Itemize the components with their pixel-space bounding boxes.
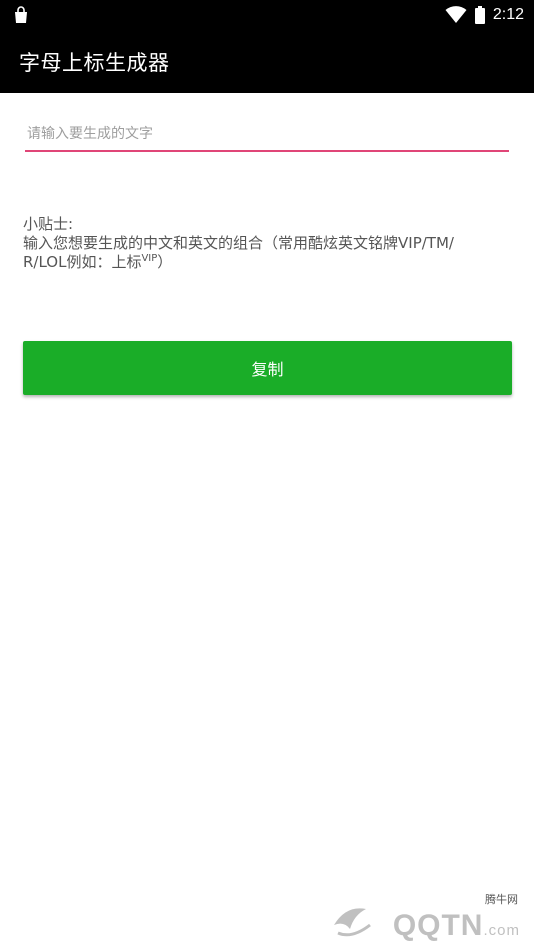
text-input-container <box>25 118 509 152</box>
wifi-icon <box>445 6 467 23</box>
watermark: 腾牛网 QQTN.com <box>326 891 526 945</box>
input-underline <box>25 150 509 152</box>
shopping-bag-icon <box>15 6 27 23</box>
tips-body-line2: R/LOL例如：上标VIP） <box>23 253 513 272</box>
watermark-brand: QQTN <box>392 909 484 942</box>
text-input[interactable] <box>25 118 509 150</box>
app-bar: 字母上标生成器 <box>0 30 534 93</box>
tips-heading: 小贴士: <box>23 215 74 233</box>
tips-superscript-example: VIP <box>141 253 158 264</box>
status-right: 2:12 <box>445 0 524 30</box>
watermark-small-text: 腾牛网 <box>485 893 518 906</box>
watermark-main-text: QQTN.com <box>393 909 520 943</box>
status-bar: 2:12 <box>0 0 534 30</box>
status-time: 2:12 <box>492 6 524 23</box>
app-screen: 2:12 字母上标生成器 小贴士: 输入您想要生成的中文和英文的组合（常用酷炫英… <box>0 0 534 949</box>
tips-line2-suffix: ） <box>157 253 173 271</box>
tips-line2-prefix: R/LOL例如：上标 <box>23 253 142 271</box>
watermark-suffix: .com <box>483 922 520 939</box>
tips-section: 小贴士: 输入您想要生成的中文和英文的组合（常用酷炫英文铭牌VIP/TM/ R/… <box>23 215 513 272</box>
qqtn-logo-icon <box>334 908 371 937</box>
copy-button[interactable]: 复制 <box>23 341 512 395</box>
battery-icon <box>474 6 485 24</box>
app-title: 字母上标生成器 <box>19 50 170 75</box>
tips-body-line1: 输入您想要生成的中文和英文的组合（常用酷炫英文铭牌VIP/TM/ <box>23 234 454 252</box>
